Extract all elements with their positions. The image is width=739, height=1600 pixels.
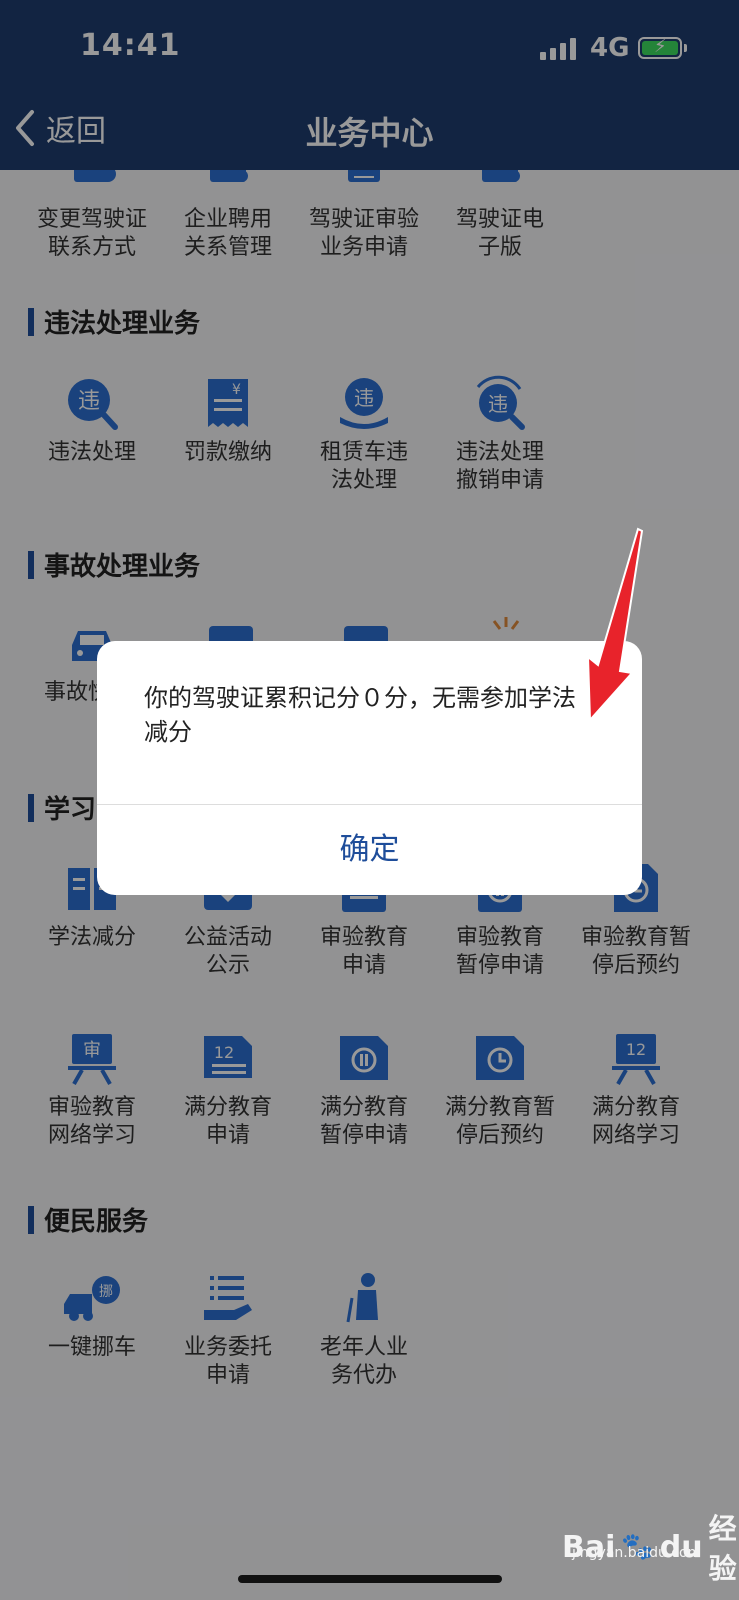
watermark-url: jingyan.baidu.com	[572, 1545, 702, 1561]
annotation-arrow-icon	[586, 527, 644, 723]
baidu-watermark: Bai 🐾 du 经验 jingyan.baidu.com	[562, 1507, 739, 1587]
dialog-message: 你的驾驶证累积记分０分，无需参加学法减分	[144, 684, 576, 746]
alert-dialog: 你的驾驶证累积记分０分，无需参加学法减分 确定	[97, 641, 642, 895]
confirm-button[interactable]: 确定	[97, 805, 642, 895]
home-indicator	[238, 1575, 502, 1583]
watermark-suffix: 经验	[708, 1512, 737, 1585]
